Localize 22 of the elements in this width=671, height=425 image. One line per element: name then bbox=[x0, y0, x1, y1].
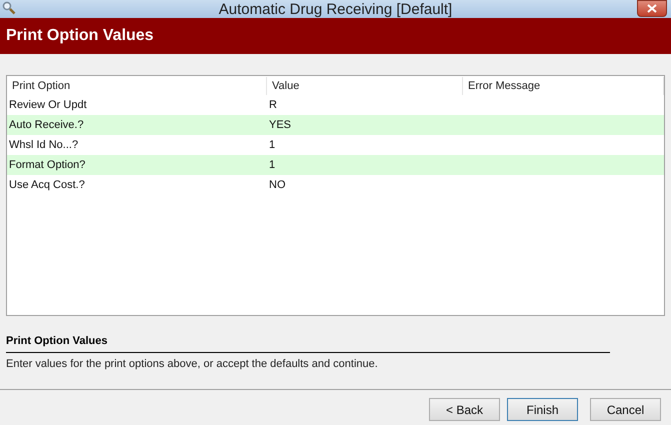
dialog-button[interactable]: Cancel bbox=[590, 398, 661, 421]
table-row[interactable]: Auto Receive.? YES bbox=[7, 115, 664, 135]
help-title: Print Option Values bbox=[6, 333, 610, 352]
table-cell-text: Auto Receive.? bbox=[8, 118, 85, 133]
window-title: Automatic Drug Receiving [Default] bbox=[218, 2, 452, 16]
dialog-button[interactable]: Finish bbox=[507, 398, 578, 421]
table-cell-text: Format Option? bbox=[8, 158, 86, 173]
dialog-button[interactable]: < Back bbox=[429, 398, 500, 421]
table-cell-text: YES bbox=[268, 118, 292, 133]
close-button[interactable] bbox=[637, 0, 667, 17]
page-title: Print Option Values bbox=[6, 26, 154, 46]
help-text: Enter values for the print options above, or accept the defaults and continue. bbox=[6, 356, 379, 372]
table-cell-text: Review Or Updt bbox=[8, 98, 88, 113]
table-cell-text: Use Acq Cost.? bbox=[8, 178, 86, 193]
table-cell-text: 1 bbox=[268, 138, 276, 153]
close-icon bbox=[647, 4, 657, 13]
table-row[interactable]: Format Option? 1 bbox=[7, 155, 664, 175]
table-cell-text: 1 bbox=[268, 158, 276, 173]
table-cell-text: Whsl Id No...? bbox=[8, 138, 80, 153]
magnifier-icon bbox=[2, 1, 16, 15]
table-cell-text: R bbox=[268, 98, 278, 113]
table-cell-text: NO bbox=[268, 178, 286, 193]
